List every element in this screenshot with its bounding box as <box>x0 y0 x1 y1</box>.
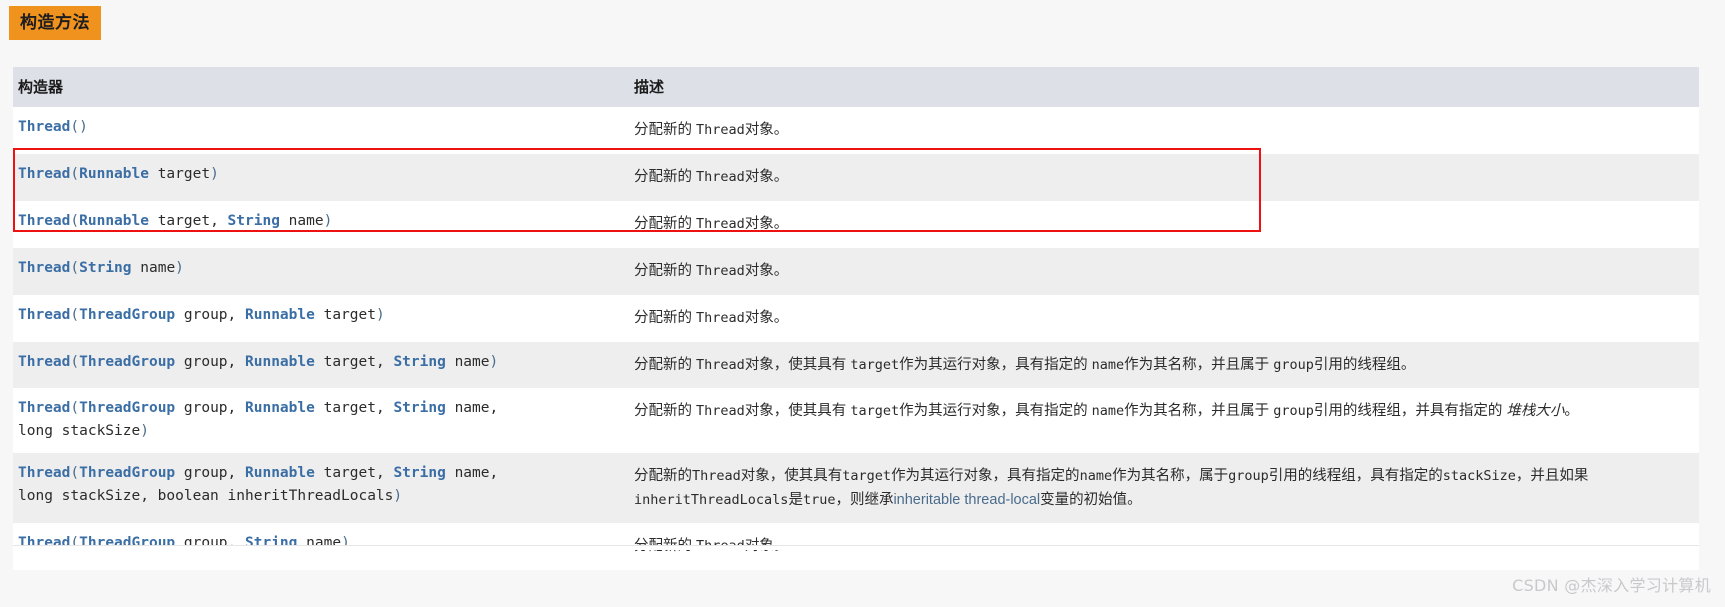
description-cell: 分配新的 Thread对象。 <box>620 248 1699 295</box>
table-header-row: 构造器 描述 <box>13 67 1699 107</box>
constructor-signature[interactable]: Thread(ThreadGroup group, Runnable targe… <box>13 342 620 384</box>
constructor-signature[interactable]: Thread() <box>13 107 620 149</box>
description-text: 分配新的 Thread对象。 <box>634 263 789 279</box>
column-header-description: 描述 <box>620 67 1699 107</box>
table-body: Thread() 分配新的 Thread对象。 Thread(Runnable ta… <box>13 107 1699 570</box>
description-text: 分配新的 Thread对象，使其具有 target作为其运行对象，具有指定的 n… <box>634 357 1416 373</box>
column-header-constructor: 构造器 <box>13 67 620 107</box>
constructor-signature[interactable]: Thread(Runnable target) <box>13 154 620 196</box>
constructor-signature-cell: Thread(ThreadGroup group, Runnable targe… <box>13 453 620 523</box>
description-cell: 分配新的Thread对象，使其具有target作为其运行对象，具有指定的name… <box>620 453 1699 523</box>
description-cell: 分配新的 Thread对象。 <box>620 107 1699 154</box>
table-row: Thread(Runnable target) 分配新的 Thread对象。 <box>13 154 1699 201</box>
table-row: Thread(String name) 分配新的 Thread对象。 <box>13 248 1699 295</box>
description-text: 分配新的 Thread对象。 <box>634 169 789 185</box>
table-row: Thread(ThreadGroup group, Runnable targe… <box>13 342 1699 388</box>
table-row: Thread(Runnable target, String name) 分配新的… <box>13 201 1699 248</box>
constructor-signature-cell: Thread(Runnable target) <box>13 154 620 201</box>
constructor-signature-cell: Thread() <box>13 107 620 154</box>
description-cell: 分配新的 Thread对象。 <box>620 295 1699 342</box>
table-row: Thread(ThreadGroup group, Runnable targe… <box>13 295 1699 342</box>
constructor-table: 构造器 描述 Thread() 分配新的 Thread对象。 Thread(Runn… <box>13 67 1699 570</box>
section-badge: 构造方法 <box>9 6 101 40</box>
constructor-signature-cell: Thread(ThreadGroup group, Runnable targe… <box>13 295 620 342</box>
constructor-signature-cell: Thread(ThreadGroup group, Runnable targe… <box>13 388 620 453</box>
description-cell: 分配新的 Thread对象，使其具有 target作为其运行对象，具有指定的 n… <box>620 342 1699 388</box>
table-row: Thread(ThreadGroup group, Runnable targe… <box>13 453 1699 523</box>
description-cell: 分配新的 Thread对象。 <box>620 154 1699 201</box>
constructor-signature-cell: Thread(ThreadGroup group, Runnable targe… <box>13 342 620 388</box>
description-text: 分配新的Thread对象，使其具有target作为其运行对象，具有指定的name… <box>634 468 1589 508</box>
description-text: 分配新的 Thread对象。 <box>634 216 789 232</box>
constructor-signature[interactable]: Thread(Runnable target, String name) <box>13 201 620 243</box>
table-row: Thread() 分配新的 Thread对象。 <box>13 107 1699 154</box>
constructor-signature[interactable]: Thread(ThreadGroup group, String name) <box>13 523 620 565</box>
description-cell: 分配新的 Thread对象。 <box>620 201 1699 248</box>
description-cell: 分配新的 Thread对象，使其具有 target作为其运行对象，具有指定的 n… <box>620 388 1699 453</box>
description-text: 分配新的 Thread对象。 <box>634 310 789 326</box>
constructor-signature[interactable]: Thread(ThreadGroup group, Runnable targe… <box>13 453 620 518</box>
description-text: 分配新的 Thread对象，使其具有 target作为其运行对象，具有指定的 n… <box>634 403 1579 419</box>
constructor-signature-cell: Thread(Runnable target, String name) <box>13 201 620 248</box>
description-text: 分配新的 Thread对象。 <box>634 122 789 138</box>
constructor-signature[interactable]: Thread(ThreadGroup group, Runnable targe… <box>13 388 620 453</box>
constructor-signature[interactable]: Thread(ThreadGroup group, Runnable targe… <box>13 295 620 337</box>
table-row: Thread(ThreadGroup group, Runnable targe… <box>13 388 1699 453</box>
constructor-table-container: 构造器 描述 Thread() 分配新的 Thread对象。 Thread(Runn… <box>13 67 1699 570</box>
constructor-signature-cell: Thread(String name) <box>13 248 620 295</box>
section-badge-container: 构造方法 <box>9 6 101 40</box>
table-header: 构造器 描述 <box>13 67 1699 107</box>
table-bottom-edge <box>13 545 1699 550</box>
constructor-signature[interactable]: Thread(String name) <box>13 248 620 290</box>
csdn-watermark: CSDN @杰深入学习计算机 <box>1512 576 1711 595</box>
